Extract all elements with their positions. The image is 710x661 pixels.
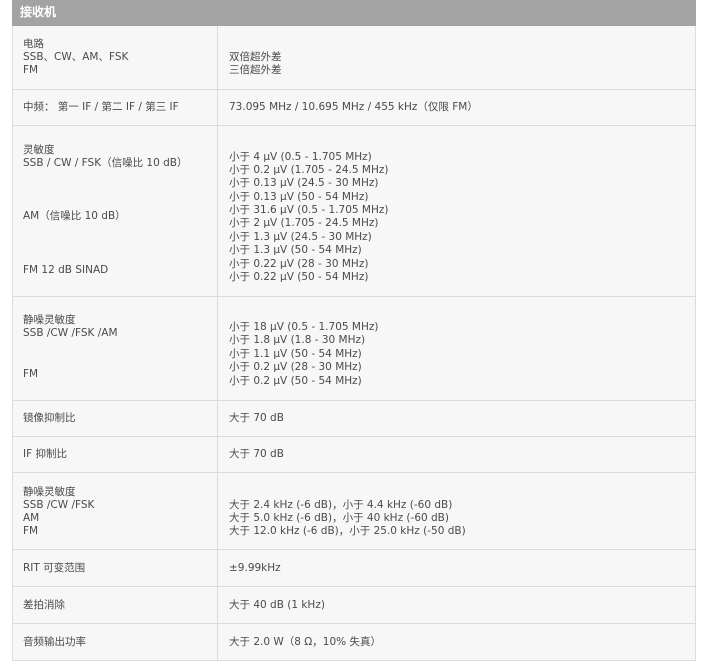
value-line: 小于 1.8 μV (1.8 - 30 MHz) <box>229 334 366 346</box>
value-line: 小于 4 μV (0.5 - 1.705 MHz) <box>229 151 372 163</box>
value-line: 双倍超外差 <box>229 51 282 63</box>
value-line: 大于 5.0 kHz (-6 dB)，小于 40 kHz (-60 dB) <box>229 512 449 524</box>
label-line: 差拍消除 <box>23 599 65 611</box>
receiver-spec-section: 接收机 电路 SSB、CW、AM、FSK FM 双倍超外差 三倍超外差 中频： … <box>12 0 696 661</box>
row-value: 大于 40 dB (1 kHz) <box>218 587 695 623</box>
section-title: 接收机 <box>12 0 696 26</box>
spec-table: 电路 SSB、CW、AM、FSK FM 双倍超外差 三倍超外差 中频： 第一 I… <box>12 26 696 661</box>
label-line: SSB /CW /FSK <box>23 499 95 511</box>
label-line: 中频： 第一 IF / 第二 IF / 第三 IF <box>23 101 179 113</box>
value-line: 大于 2.0 W（8 Ω，10% 失真） <box>229 636 381 648</box>
value-line: 大于 70 dB <box>229 448 284 460</box>
value-line: 小于 18 μV (0.5 - 1.705 MHz) <box>229 321 379 333</box>
value-line: 小于 1.1 μV (50 - 54 MHz) <box>229 348 362 360</box>
label-line: 静噪灵敏度 <box>23 314 76 326</box>
row-value: 大于 70 dB <box>218 401 695 436</box>
row-label: 灵敏度 SSB / CW / FSK（信噪比 10 dB） AM（信噪比 10 … <box>13 126 218 296</box>
label-line: 静噪灵敏度 <box>23 486 76 498</box>
value-line: 小于 0.13 μV (24.5 - 30 MHz) <box>229 177 379 189</box>
label-line: FM 12 dB SINAD <box>23 264 109 276</box>
table-row: RIT 可变范围 ±9.99kHz <box>13 550 695 587</box>
value-line: 小于 0.2 μV (50 - 54 MHz) <box>229 375 362 387</box>
label-line: AM（信噪比 10 dB） <box>23 210 126 222</box>
value-line: 大于 2.4 kHz (-6 dB)，小于 4.4 kHz (-60 dB) <box>229 499 453 511</box>
label-line: SSB / CW / FSK（信噪比 10 dB） <box>23 157 188 169</box>
value-line: 小于 1.3 μV (24.5 - 30 MHz) <box>229 231 372 243</box>
value-line: 小于 1.3 μV (50 - 54 MHz) <box>229 244 362 256</box>
label-line: FM <box>23 368 39 380</box>
row-label: 镜像抑制比 <box>13 401 218 436</box>
value-line: 小于 31.6 μV (0.5 - 1.705 MHz) <box>229 204 389 216</box>
row-label: IF 抑制比 <box>13 437 218 472</box>
row-label: 中频： 第一 IF / 第二 IF / 第三 IF <box>13 90 218 125</box>
table-row: 差拍消除 大于 40 dB (1 kHz) <box>13 587 695 624</box>
label-line: AM <box>23 512 40 524</box>
table-row: 中频： 第一 IF / 第二 IF / 第三 IF 73.095 MHz / 1… <box>13 90 695 126</box>
label-line: 灵敏度 <box>23 144 55 156</box>
value-line: 小于 0.2 μV (28 - 30 MHz) <box>229 361 362 373</box>
value-line: 大于 40 dB (1 kHz) <box>229 599 325 611</box>
row-label: 电路 SSB、CW、AM、FSK FM <box>13 26 218 89</box>
value-line: 小于 2 μV (1.705 - 24.5 MHz) <box>229 217 379 229</box>
table-row: 镜像抑制比 大于 70 dB <box>13 401 695 437</box>
row-value: 小于 4 μV (0.5 - 1.705 MHz) 小于 0.2 μV (1.7… <box>218 126 695 296</box>
table-row: 灵敏度 SSB / CW / FSK（信噪比 10 dB） AM（信噪比 10 … <box>13 126 695 297</box>
row-value: 73.095 MHz / 10.695 MHz / 455 kHz（仅限 FM） <box>218 90 695 125</box>
label-line: FM <box>23 64 39 76</box>
value-line: ±9.99kHz <box>229 562 281 574</box>
label-line: RIT 可变范围 <box>23 562 86 574</box>
row-label: 静噪灵敏度 SSB /CW /FSK AM FM <box>13 473 218 549</box>
row-label: RIT 可变范围 <box>13 550 218 586</box>
label-line: 电路 <box>23 38 44 50</box>
row-value: 大于 70 dB <box>218 437 695 472</box>
row-value: 双倍超外差 三倍超外差 <box>218 26 695 89</box>
table-row: 电路 SSB、CW、AM、FSK FM 双倍超外差 三倍超外差 <box>13 26 695 90</box>
value-line: 小于 0.22 μV (50 - 54 MHz) <box>229 271 369 283</box>
row-value: ±9.99kHz <box>218 550 695 586</box>
row-value: 小于 18 μV (0.5 - 1.705 MHz) 小于 1.8 μV (1.… <box>218 297 695 400</box>
label-line: IF 抑制比 <box>23 448 67 460</box>
label-line: SSB /CW /FSK /AM <box>23 327 118 339</box>
label-line: SSB、CW、AM、FSK <box>23 51 129 63</box>
row-label: 音频输出功率 <box>13 624 218 660</box>
value-line: 大于 12.0 kHz (-6 dB)，小于 25.0 kHz (-50 dB) <box>229 525 466 537</box>
value-line: 小于 0.2 μV (1.705 - 24.5 MHz) <box>229 164 389 176</box>
label-line: 音频输出功率 <box>23 636 86 648</box>
value-line: 73.095 MHz / 10.695 MHz / 455 kHz（仅限 FM） <box>229 101 478 113</box>
value-line: 小于 0.22 μV (28 - 30 MHz) <box>229 258 369 270</box>
row-label: 静噪灵敏度 SSB /CW /FSK /AM FM <box>13 297 218 400</box>
value-line: 大于 70 dB <box>229 412 284 424</box>
label-line: 镜像抑制比 <box>23 412 76 424</box>
table-row: 静噪灵敏度 SSB /CW /FSK AM FM 大于 2.4 kHz (-6 … <box>13 473 695 550</box>
row-value: 大于 2.4 kHz (-6 dB)，小于 4.4 kHz (-60 dB) 大… <box>218 473 695 549</box>
table-row: 音频输出功率 大于 2.0 W（8 Ω，10% 失真） <box>13 624 695 661</box>
row-value: 大于 2.0 W（8 Ω，10% 失真） <box>218 624 695 660</box>
label-line: FM <box>23 525 39 537</box>
row-label: 差拍消除 <box>13 587 218 623</box>
value-line: 小于 0.13 μV (50 - 54 MHz) <box>229 191 369 203</box>
table-row: IF 抑制比 大于 70 dB <box>13 437 695 473</box>
value-line: 三倍超外差 <box>229 64 282 76</box>
table-row: 静噪灵敏度 SSB /CW /FSK /AM FM 小于 18 μV (0.5 … <box>13 297 695 401</box>
